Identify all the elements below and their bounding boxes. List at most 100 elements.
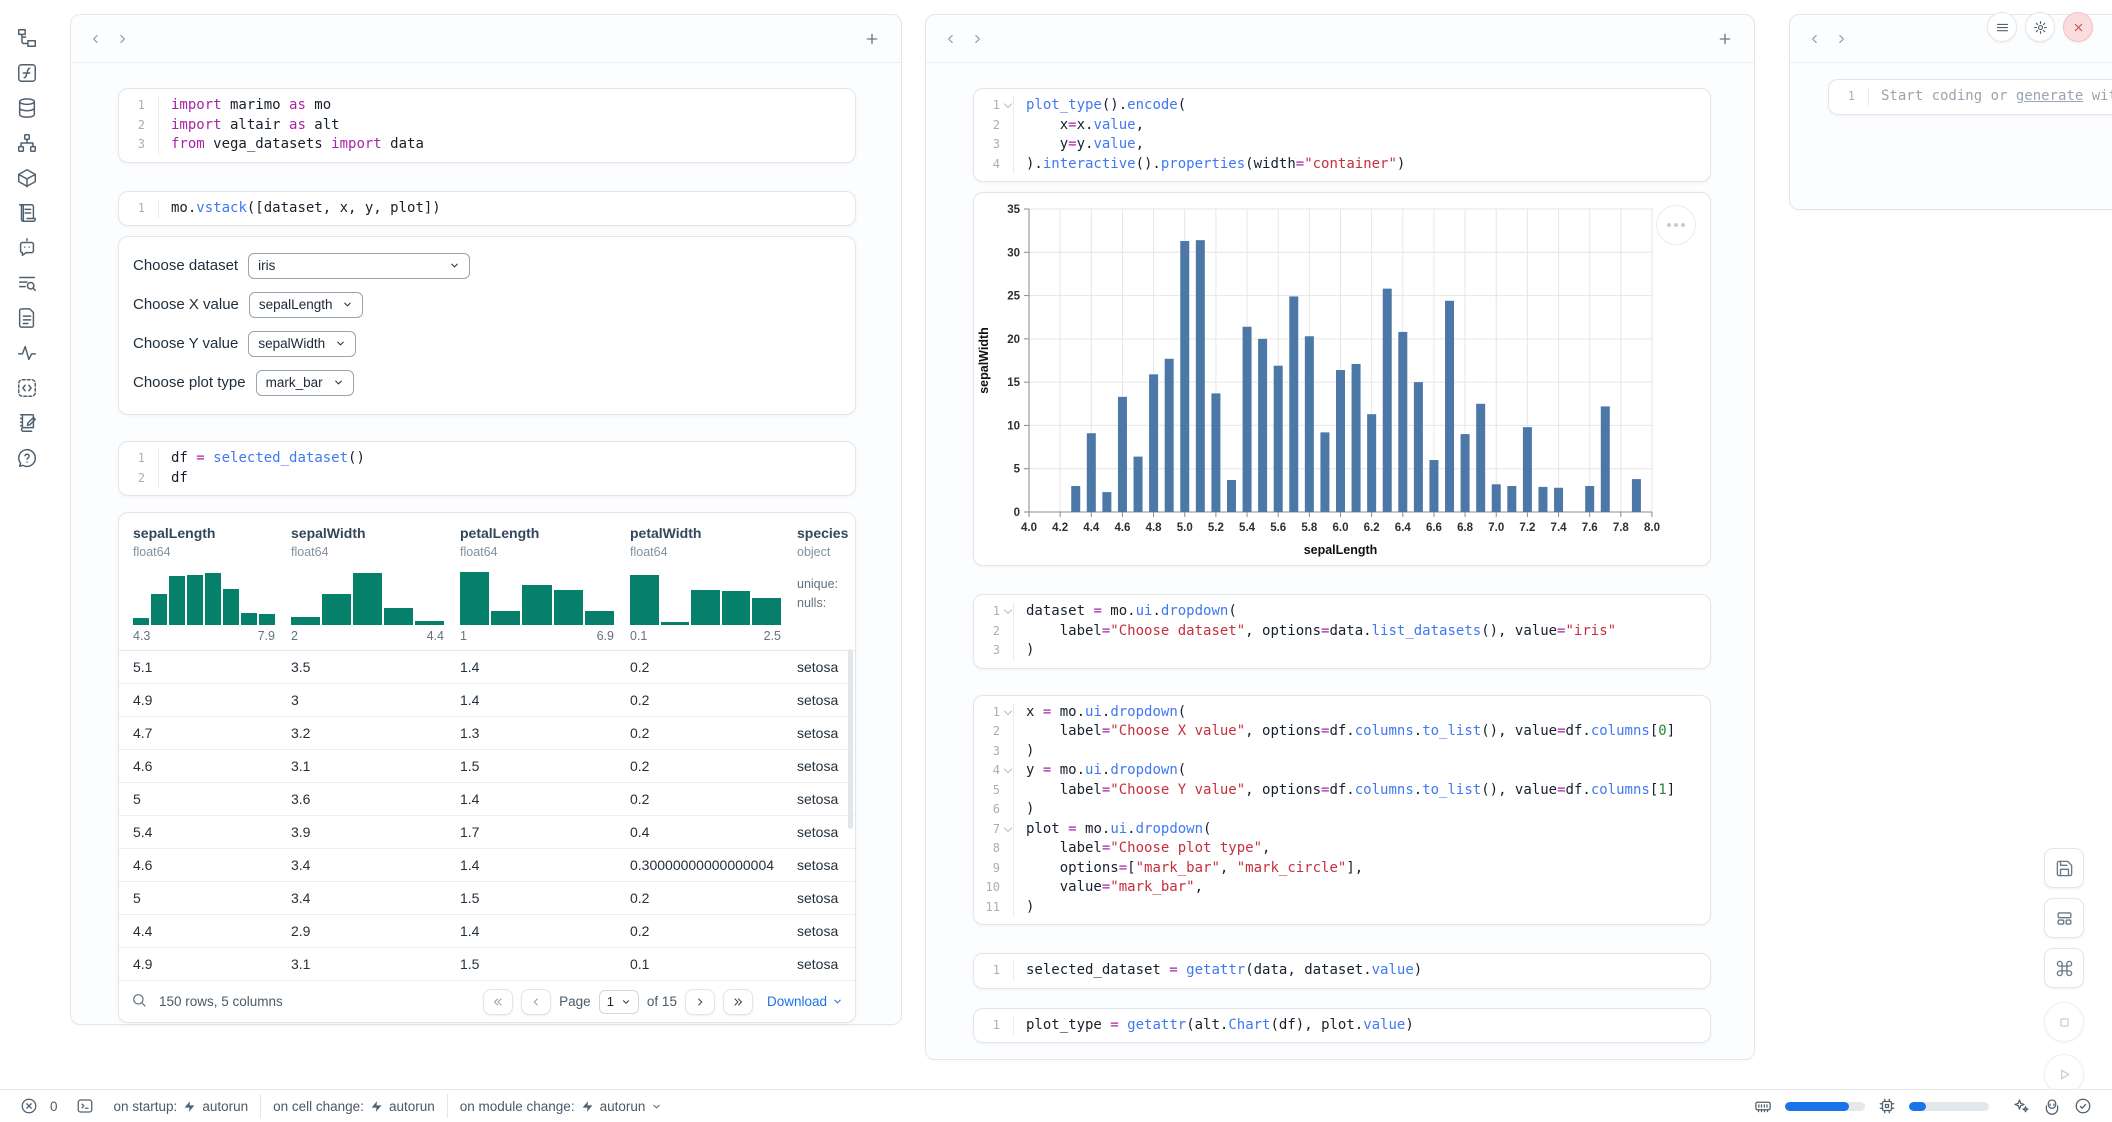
df-code-cell[interactable]: 1df = selected_dataset()2df: [118, 441, 856, 496]
table-row: 4.93.11.50.1setosa: [119, 948, 855, 981]
svg-text:7.6: 7.6: [1582, 522, 1598, 534]
script-scroll-icon[interactable]: [16, 202, 38, 224]
plot-type-code-cell[interactable]: 1plot_type = getattr(alt.Chart(df), plot…: [973, 1008, 1711, 1044]
table-row: 4.73.21.30.2setosa: [119, 717, 855, 750]
add-cell-button[interactable]: [1712, 26, 1738, 52]
chat-bot-icon[interactable]: [16, 237, 38, 259]
copilot-bot-icon[interactable]: [2043, 1097, 2061, 1115]
column-header-species[interactable]: speciesobjectunique:nulls:: [797, 525, 856, 650]
code-line: 6): [974, 800, 1710, 820]
search-icon[interactable]: [131, 992, 147, 1011]
terminal-icon[interactable]: [76, 1097, 94, 1115]
table-summary: 150 rows, 5 columns: [159, 994, 283, 1009]
column-left-collapse-right-icon[interactable]: [109, 26, 135, 52]
code-brackets-icon[interactable]: [16, 377, 38, 399]
column-header-left: [71, 15, 901, 63]
last-page-button[interactable]: [723, 989, 753, 1015]
dataset-dropdown-code-cell[interactable]: 1dataset = mo.ui.dropdown(2 label="Choos…: [973, 594, 1711, 669]
empty-code-cell[interactable]: 1Start coding or generate with AI: [1828, 79, 2112, 115]
tracing-pulse-icon[interactable]: [16, 342, 38, 364]
run-button[interactable]: [2044, 1054, 2084, 1094]
column-histogram: [291, 569, 444, 625]
keyboard-shortcuts-button[interactable]: [2044, 948, 2084, 988]
first-page-button[interactable]: [483, 989, 513, 1015]
svg-text:7.8: 7.8: [1613, 522, 1630, 534]
download-link[interactable]: Download: [767, 994, 843, 1009]
table-scrollbar[interactable]: [848, 649, 853, 829]
column-middle-collapse-right-icon[interactable]: [964, 26, 990, 52]
svg-text:5.8: 5.8: [1301, 522, 1318, 534]
cpu-icon: [1878, 1097, 1896, 1115]
layout-toggle-button[interactable]: [2044, 898, 2084, 938]
menu-icon[interactable]: [1987, 12, 2017, 42]
logs-search-icon[interactable]: [16, 272, 38, 294]
zap-icon: [183, 1100, 196, 1113]
choose-y-value-select[interactable]: sepalWidth: [248, 331, 356, 357]
chart-actions-menu[interactable]: [1656, 205, 1696, 245]
vstack-code-cell[interactable]: 1mo.vstack([dataset, x, y, plot]): [118, 191, 856, 227]
choose-x-value-select[interactable]: sepalLength: [249, 292, 364, 318]
column-panel-left: 1import marimo as mo2import altair as al…: [70, 14, 902, 1025]
chevron-down-icon: [621, 997, 631, 1007]
code-line: 2 label="Choose dataset", options=data.l…: [974, 622, 1710, 642]
plot-code-cell[interactable]: 1plot_type().encode(2 x=x.value,3 y=y.va…: [973, 88, 1711, 182]
choose-dataset-select[interactable]: iris: [248, 253, 470, 279]
svg-text:10: 10: [1007, 420, 1020, 432]
add-cell-button[interactable]: [859, 26, 885, 52]
table-row: 4.63.41.40.30000000000000004setosa: [119, 849, 855, 882]
prev-page-button[interactable]: [521, 989, 551, 1015]
on-startup-setting[interactable]: on startup: autorun: [114, 1099, 249, 1114]
column-header-sepalWidth[interactable]: sepalWidthfloat6424.4: [291, 525, 460, 650]
choose-plot-type-select[interactable]: mark_bar: [256, 370, 354, 396]
on-cell-change-setting[interactable]: on cell change: autorun: [273, 1099, 435, 1114]
code-line: 2df: [119, 469, 855, 489]
code-line: 1import marimo as mo: [119, 96, 855, 116]
code-line: 4).interactive().properties(width="conta…: [974, 155, 1710, 175]
play-icon: [2056, 1066, 2073, 1083]
column-left-collapse-left-icon[interactable]: [83, 26, 109, 52]
column-right-collapse-left-icon[interactable]: [1802, 26, 1828, 52]
selected-dataset-code-cell[interactable]: 1selected_dataset = getattr(data, datase…: [973, 953, 1711, 989]
column-header-petalLength[interactable]: petalLengthfloat6416.9: [460, 525, 630, 650]
column-header-petalWidth[interactable]: petalWidthfloat640.12.5: [630, 525, 797, 650]
control-row-choose-x-value: Choose X valuesepalLength: [133, 291, 837, 318]
svg-text:8.0: 8.0: [1644, 522, 1660, 534]
svg-text:sepalWidth: sepalWidth: [977, 327, 991, 394]
next-page-button[interactable]: [685, 989, 715, 1015]
page-number: 1: [607, 994, 614, 1009]
column-stats: unique:nulls:: [797, 575, 856, 613]
help-icon[interactable]: [16, 447, 38, 469]
code-line: 1x = mo.ui.dropdown(: [974, 703, 1710, 723]
table-row: 5.13.51.40.2setosa: [119, 651, 855, 684]
divider: [260, 1094, 261, 1118]
xy-plot-dropdowns-code-cell[interactable]: 1x = mo.ui.dropdown(2 label="Choose X va…: [973, 695, 1711, 926]
errors-icon[interactable]: [20, 1097, 38, 1115]
database-icon[interactable]: [16, 97, 38, 119]
on-module-change-setting[interactable]: on module change: autorun: [460, 1099, 663, 1114]
page-select[interactable]: 1: [599, 990, 639, 1014]
connection-status-icon[interactable]: [2074, 1097, 2092, 1115]
sepal-bar-chart[interactable]: 4.04.24.44.64.85.05.25.45.65.86.06.26.46…: [974, 197, 1710, 563]
save-button[interactable]: [2044, 848, 2084, 888]
scratchpad-icon[interactable]: [16, 412, 38, 434]
close-icon[interactable]: [2063, 12, 2093, 42]
code-line: 1Start coding or generate with AI: [1829, 87, 2112, 107]
svg-text:6.4: 6.4: [1395, 522, 1412, 534]
ai-sparkles-icon[interactable]: [2012, 1097, 2030, 1115]
dependency-graph-icon[interactable]: [16, 132, 38, 154]
column-header-sepalLength[interactable]: sepalLengthfloat644.37.9: [133, 525, 291, 650]
column-middle-collapse-left-icon[interactable]: [938, 26, 964, 52]
file-tree-icon[interactable]: [16, 27, 38, 49]
choose-dataset-label: Choose dataset: [133, 257, 238, 274]
imports-code-cell[interactable]: 1import marimo as mo2import altair as al…: [118, 88, 856, 163]
svg-text:25: 25: [1007, 291, 1020, 303]
gear-icon[interactable]: [2025, 12, 2055, 42]
code-line: 2 x=x.value,: [974, 116, 1710, 136]
function-square-icon[interactable]: [16, 62, 38, 84]
column-right-collapse-right-icon[interactable]: [1828, 26, 1854, 52]
svg-text:30: 30: [1007, 247, 1020, 259]
package-cube-icon[interactable]: [16, 167, 38, 189]
svg-text:4.8: 4.8: [1146, 522, 1163, 534]
snippets-file-icon[interactable]: [16, 307, 38, 329]
stop-button[interactable]: [2044, 1002, 2084, 1042]
